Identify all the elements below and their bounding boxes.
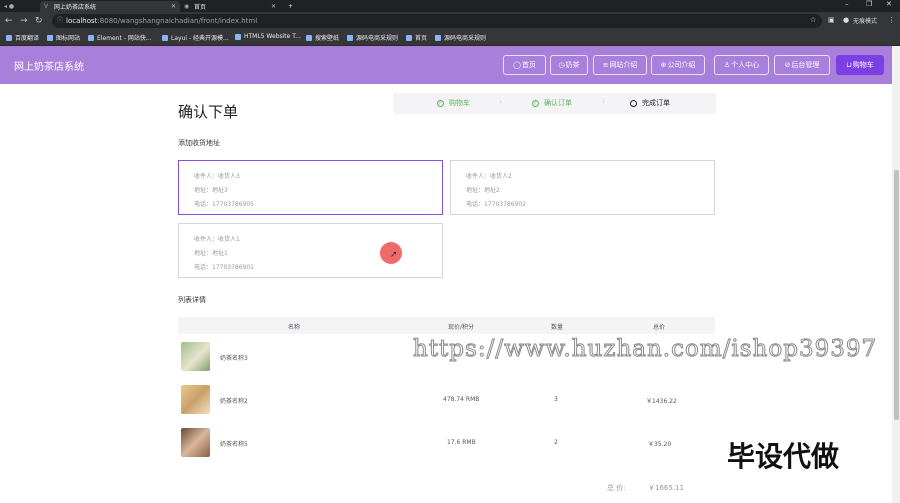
tab-strip-menu[interactable]: ◂ ● [0,1,20,12]
total-value: ￥1665.11 [648,484,684,492]
profile-label[interactable]: 无痕模式 [853,16,877,25]
product-price: 478.74 RMB [443,396,480,403]
column-header-total: 总价 [653,324,666,331]
nav-milktea-button[interactable]: ◷ 奶茶 [550,55,588,75]
product-image [181,385,210,414]
total-label: 总 价: [607,484,626,492]
bookmark-icon [162,34,168,41]
product-total: ￥35.20 [648,441,672,448]
bookmark-item[interactable]: 源码电商采规则 [347,33,398,42]
bookmark-icon [47,34,53,41]
step-complete: 完成订单 [630,98,670,108]
nav-home-button[interactable]: ◯ 首页 [503,55,546,75]
order-steps: ✓ 购物车 › ✓ 确认订单 › 完成订单 [393,93,716,114]
browser-menu-icon[interactable]: ⋮ [888,16,895,24]
incognito-avatar-icon[interactable]: ● [843,16,849,24]
table-header: 名称 现价/积分 数量 总价 [178,317,715,334]
url-watermark: https://www.huzhan.com/ishop39397 [412,336,878,363]
bookmark-item[interactable]: 源码电商采规则 [435,33,486,42]
product-name: 奶茶名称5 [220,441,248,448]
product-name: 奶茶名称2 [220,398,248,405]
forward-icon[interactable]: → [20,16,28,26]
user-icon: ♙ [723,61,731,69]
bookmark-icon [88,34,94,41]
step-cart: ✓ 购物车 [437,99,470,107]
nav-admin-button[interactable]: ⊘ 后台管理 [774,55,830,75]
column-header-price: 现价/积分 [448,324,475,331]
page-title: 确认下单 [178,103,239,121]
product-image [181,428,210,457]
vue-favicon-icon: V [44,2,49,10]
product-total: ￥1436.22 [646,398,677,405]
chevron-right-icon: › [499,97,503,106]
bookmark-icon [235,33,241,40]
reload-icon[interactable]: ↻ [35,16,43,26]
browser-address-bar: ← → ↻ ⓘ localhost:8080/wangshangnaichadi… [0,12,900,30]
bookmark-item[interactable]: HTML5 Website T... [235,33,301,40]
list-icon: ≡ [602,61,609,69]
nav-cart-button[interactable]: ⊔ 购物车 [836,55,884,75]
bookmarks-bar: 百度翻译 图标网站 Element - 网站快... Layui - 经典开源模… [0,30,900,46]
tab-active[interactable]: V 网上奶茶店系统 ✕ [40,1,180,12]
bookmark-item[interactable]: 百度翻译 [6,33,39,42]
check-icon: ✓ [437,99,444,107]
site-title: 网上奶茶店系统 [14,62,84,73]
scrollbar-thumb[interactable] [894,170,899,420]
close-tab-icon[interactable]: ✕ [171,3,176,10]
circle-icon [630,99,637,107]
tab-home[interactable]: ◉ 首页 ✕ [180,1,280,12]
table-row: 奶茶名称5 17.6 RMB 2 ￥35.20 [178,422,715,464]
corner-watermark: 毕设代做 [727,440,840,473]
bookmark-icon [406,34,412,41]
address-card[interactable]: 收件人：收货人3 地址：地址3 电话：17703786905 [178,160,443,215]
table-row: 奶茶名称2 478.74 RMB 3 ￥1436.22 [178,379,715,421]
step-confirm: ✓ 确认订单 [532,99,572,107]
chevron-right-icon: › [602,97,606,106]
nav-company-intro-button[interactable]: ⊕ 公司介绍 [651,55,705,75]
bookmark-icon [435,34,441,41]
bookmark-item[interactable]: 首页 [406,33,427,42]
list-section-label: 列表详情 [178,296,206,304]
bookmark-icon [347,34,353,41]
bookmark-icon [306,34,312,41]
site-header: 网上奶茶店系统 ◯ 首页 ◷ 奶茶 ≡ 网站介绍 ⊕ 公司介绍 ♙ 个人中心 ⊘ 后台管理 … [0,46,892,84]
info-icon: ⓘ [57,17,64,24]
globe-icon: ◉ [184,2,190,10]
bookmark-icon [6,34,12,41]
column-header-name: 名称 [288,324,301,331]
maximize-icon[interactable]: ❐ [866,0,872,8]
address-card[interactable]: 收件人：收货人1 地址：地址1 电话：17703786901 [178,223,443,278]
address-section-label: 添加收货地址 [178,139,220,147]
close-tab-icon[interactable]: ✕ [271,3,276,10]
bookmark-item[interactable]: 图标网站 [47,33,80,42]
link-icon: ⊘ [784,61,791,69]
product-name: 奶茶名称3 [220,355,248,362]
product-image [181,342,210,371]
star-icon[interactable]: ☆ [810,16,816,24]
product-qty: 3 [554,396,558,403]
new-tab-button[interactable]: + [284,1,296,12]
bookmark-item[interactable]: 搜索壁纸 [306,33,339,42]
minimize-icon[interactable]: – [845,0,849,8]
product-price: 17.6 RMB [447,439,476,446]
bookmark-item[interactable]: Layui - 经典开源模... [162,33,229,42]
back-icon[interactable]: ← [5,16,13,26]
address-card[interactable]: 收件人：收货人2 地址：地址2 电话：17703786902 [450,160,715,215]
home-icon: ◯ [513,61,521,69]
cup-icon: ◷ [558,61,565,69]
check-icon: ✓ [532,99,539,107]
url-input[interactable]: ⓘ localhost:8080/wangshangnaichadian/fro… [52,14,822,28]
product-qty: 2 [554,439,558,446]
browser-tab-bar: ◂ ● V 网上奶茶店系统 ✕ ◉ 首页 ✕ + – ❐ ✕ [0,0,900,12]
cart-icon: ⊔ [846,61,852,69]
nav-site-intro-button[interactable]: ≡ 网站介绍 [593,55,647,75]
bookmark-item[interactable]: Element - 网站快... [88,33,152,42]
nav-profile-button[interactable]: ♙ 个人中心 [714,55,769,75]
mouse-pointer-icon: ➚ [390,250,398,260]
column-header-qty: 数量 [551,324,564,331]
building-icon: ⊕ [660,61,667,69]
extensions-icon[interactable]: ▣ [828,16,835,24]
window-close-icon[interactable]: ✕ [886,0,892,8]
